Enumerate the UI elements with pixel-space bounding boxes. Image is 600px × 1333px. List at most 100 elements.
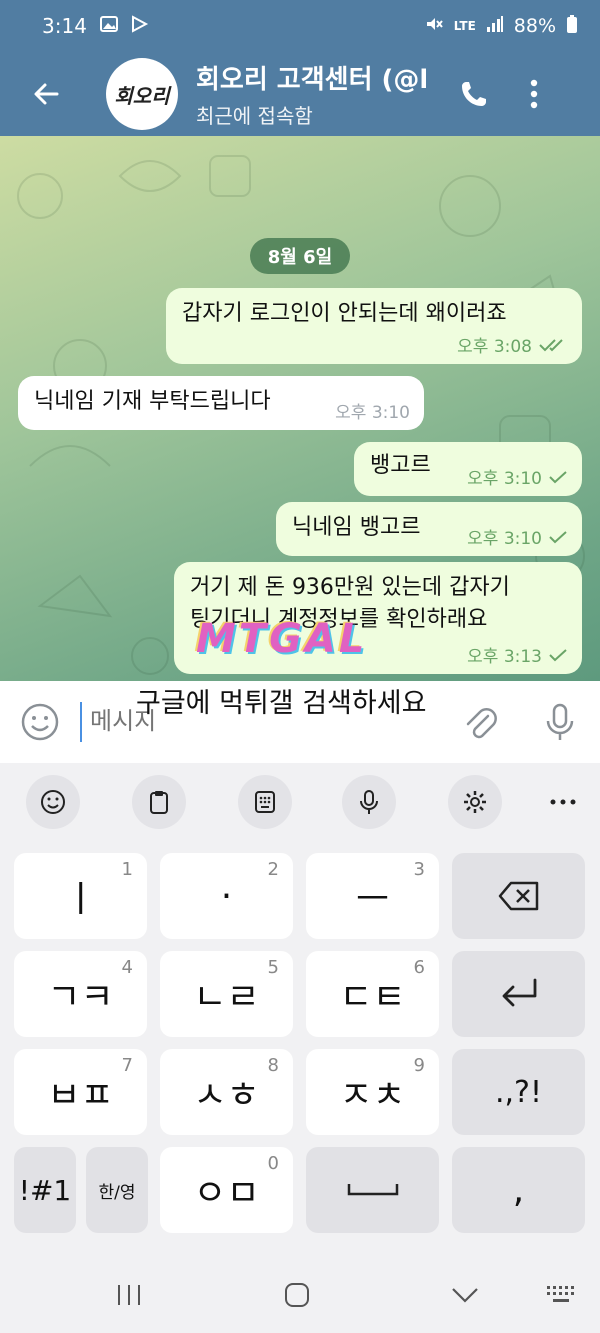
message-time: 오후 3:08	[457, 337, 532, 357]
kbd-keypad-button[interactable]	[238, 775, 292, 829]
message-bubble-out[interactable]: 닉네임 뱅고르 오후 3:10	[276, 502, 582, 556]
back-button[interactable]	[0, 52, 92, 136]
double-check-icon	[539, 338, 563, 351]
key-label: ·	[220, 875, 233, 917]
chat-area[interactable]: 8월 6일 갑자기 로그인이 안되는데 왜이러죠 오후 3:08 닉네임 기재 …	[0, 136, 600, 681]
kbd-emoji-button[interactable]	[26, 775, 80, 829]
key-backspace[interactable]	[452, 853, 585, 939]
key-label: ㅂㅍ	[47, 1075, 114, 1116]
backspace-icon	[498, 881, 538, 911]
recents-button[interactable]	[104, 1277, 154, 1313]
message-text: 갑자기 로그인이 안되는데 왜이러죠	[182, 301, 507, 326]
emoji-button[interactable]	[0, 681, 80, 763]
message-time: 오후 3:10	[467, 469, 542, 489]
battery-text: 88%	[513, 15, 556, 37]
chevron-down-icon	[452, 1288, 478, 1303]
key-vowel-eu[interactable]: ㅡ3	[306, 853, 439, 939]
message-bubble-out[interactable]: 갑자기 로그인이 안되는데 왜이러죠 오후 3:08	[166, 288, 582, 364]
key-number: 3	[413, 859, 425, 880]
home-icon	[285, 1283, 309, 1307]
key-enter[interactable]	[452, 951, 585, 1037]
key-ieung[interactable]: ㅇㅁ 0	[160, 1147, 293, 1233]
signal-icon	[486, 15, 504, 38]
key-label: ㅅㅎ	[193, 1075, 260, 1116]
key-label: ㅡ	[355, 879, 390, 920]
key-digeut[interactable]: ㄷㅌ 6	[306, 951, 439, 1037]
key-language-toggle[interactable]: 한/영	[86, 1147, 148, 1233]
message-time: 오후 3:10	[467, 529, 542, 549]
avatar[interactable]: 회오리	[106, 58, 178, 130]
more-button[interactable]	[504, 52, 564, 136]
battery-icon	[566, 14, 578, 39]
key-label: 한/영	[98, 1182, 136, 1203]
message-text: 거기 제 돈 936만원 있는데 갑자기	[190, 575, 510, 600]
more-vertical-icon	[530, 79, 538, 109]
status-bar: 3:14 LTE 88%	[0, 0, 600, 52]
lte-label: LTE	[453, 19, 476, 33]
back-nav-button[interactable]	[440, 1277, 490, 1313]
key-bieup[interactable]: ㅂㅍ 7	[14, 1049, 147, 1135]
key-number: 0	[267, 1153, 279, 1174]
key-vowel-i[interactable]: ㅣ1	[14, 853, 147, 939]
overlay-caption: 구글에 먹튀갤 검색하세요	[136, 688, 427, 719]
key-label: ㄷㅌ	[339, 977, 406, 1018]
key-jieut[interactable]: ㅈㅊ 9	[306, 1049, 439, 1135]
keyboard: ㅣ1 · 2 ㅡ3 ㄱㅋ 4 ㄴㄹ 5 ㄷㅌ 6 ㅂㅍ 7 ㅅㅎ 8 ㅈㅊ 9 .,?! !#…	[0, 837, 600, 1257]
message-time: 오후 3:10	[335, 403, 410, 423]
kbd-more-button[interactable]	[536, 775, 590, 829]
kbd-mic-button[interactable]	[342, 775, 396, 829]
key-symbols[interactable]: !#1	[14, 1147, 76, 1233]
chat-header: 회오리 회오리 고객센터 (@l 최근에 접속함	[0, 52, 600, 136]
recents-icon	[118, 1285, 140, 1305]
enter-icon	[502, 978, 536, 1007]
key-punctuation[interactable]: .,?!	[452, 1049, 585, 1135]
key-dot[interactable]: · 2	[160, 853, 293, 939]
key-label: ㅇㅁ	[193, 1173, 260, 1214]
call-button[interactable]	[444, 52, 504, 136]
home-button[interactable]	[272, 1277, 322, 1313]
message-time: 오후 3:13	[467, 647, 542, 667]
date-chip: 8월 6일	[250, 238, 350, 274]
keyboard-hide-button[interactable]	[536, 1277, 586, 1313]
play-icon	[129, 14, 149, 39]
keyboard-toolbar	[0, 763, 600, 837]
key-label: ,	[512, 1169, 525, 1211]
key-number: 2	[267, 859, 279, 880]
key-giyeok[interactable]: ㄱㅋ 4	[14, 951, 147, 1037]
chat-subtitle: 최근에 접속함	[196, 104, 313, 128]
more-horizontal-icon	[550, 799, 576, 805]
voice-button[interactable]	[520, 681, 600, 763]
key-label: ㅣ	[63, 879, 98, 920]
chat-title-block[interactable]: 회오리 고객센터 (@l 최근에 접속함	[196, 59, 426, 129]
watermark-logo: MTGAL	[196, 616, 368, 662]
attach-button[interactable]	[440, 681, 520, 763]
paperclip-icon	[466, 708, 497, 739]
gear-icon	[464, 791, 486, 813]
system-nav-bar	[0, 1257, 600, 1333]
keyboard-icon	[547, 1286, 574, 1302]
check-icon	[549, 470, 567, 483]
kbd-settings-button[interactable]	[448, 775, 502, 829]
key-number: 4	[121, 957, 133, 978]
kbd-clipboard-button[interactable]	[132, 775, 186, 829]
message-bubble-out[interactable]: 뱅고르 오후 3:10	[354, 442, 582, 496]
smiley-icon	[21, 703, 59, 741]
key-comma[interactable]: ,	[452, 1147, 585, 1233]
key-label: .,?!	[494, 1074, 543, 1110]
key-space[interactable]	[306, 1147, 439, 1233]
clipboard-icon	[150, 791, 168, 814]
key-number: 7	[121, 1055, 133, 1076]
key-nieun[interactable]: ㄴㄹ 5	[160, 951, 293, 1037]
key-number: 6	[413, 957, 425, 978]
chat-title: 회오리 고객센터 (@l	[196, 65, 426, 95]
phone-icon	[462, 82, 486, 106]
microphone-icon	[546, 703, 574, 740]
message-bubble-in[interactable]: 닉네임 기재 부탁드립니다 오후 3:10	[18, 376, 424, 430]
smiley-icon	[41, 790, 65, 814]
mute-icon	[424, 14, 444, 39]
check-icon	[549, 530, 567, 543]
key-siot[interactable]: ㅅㅎ 8	[160, 1049, 293, 1135]
arrow-left-icon	[34, 83, 59, 105]
status-time: 3:14	[42, 14, 87, 38]
space-icon	[347, 1184, 398, 1196]
